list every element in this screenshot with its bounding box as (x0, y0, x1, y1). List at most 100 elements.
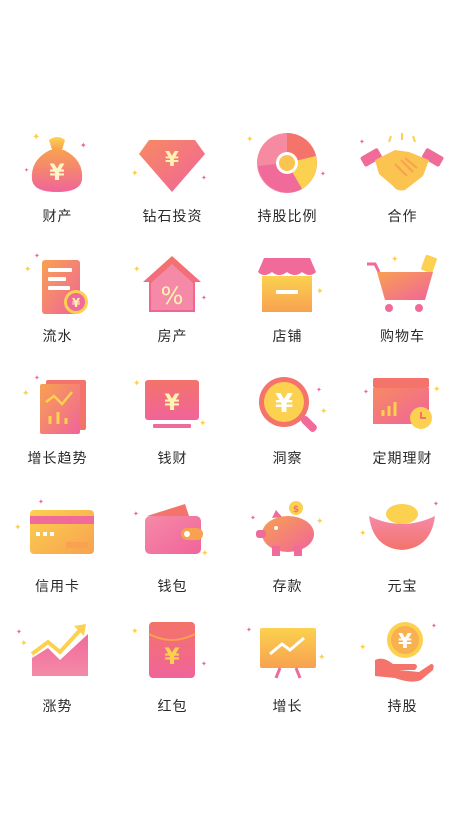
svg-text:✦: ✦ (433, 500, 439, 508)
icon-label: 持股比例 (257, 209, 318, 225)
icon-item-growth-trend[interactable]: ✦ ✦ 增长趋势 (0, 372, 115, 492)
icon-label: 合作 (387, 209, 418, 225)
svg-text:¥: ¥ (398, 629, 412, 653)
svg-text:¥: ¥ (164, 645, 180, 670)
timed-finance-icon: ✦ ✦ (363, 378, 441, 429)
icon-item-wealth[interactable]: ¥ ✦ ✦ 钱财 (115, 372, 230, 492)
svg-text:✦: ✦ (133, 510, 139, 518)
red-envelope-icon: ¥ ✦ ✦ (131, 622, 207, 678)
coin-hand-icon: ¥ ✦ ✦ (359, 622, 437, 682)
icon-label: 购物车 (380, 329, 425, 345)
icon-item-growth[interactable]: ✦ ✦ 增长 (230, 620, 345, 740)
svg-text:✦: ✦ (32, 132, 40, 143)
svg-text:✦: ✦ (133, 265, 141, 275)
svg-text:✦: ✦ (359, 529, 367, 539)
svg-text:✦: ✦ (20, 639, 28, 649)
svg-text:✦: ✦ (246, 135, 254, 145)
svg-text:✦: ✦ (80, 141, 87, 150)
icon-item-holding-shares[interactable]: ¥ ✦ ✦ 持股 (345, 620, 460, 740)
icon-item-shop[interactable]: ✦ 店铺 (230, 250, 345, 370)
svg-text:✦: ✦ (320, 407, 328, 417)
svg-text:¥: ¥ (72, 296, 81, 310)
svg-text:¥: ¥ (49, 161, 65, 186)
svg-text:✦: ✦ (246, 626, 252, 634)
icon-label: 钱包 (157, 579, 188, 595)
svg-text:✦: ✦ (316, 517, 324, 527)
svg-text:✦: ✦ (391, 255, 399, 265)
icon-label: 红包 (157, 699, 188, 715)
money-bag-icon: ¥ ✦ ✦ ✦ (24, 132, 87, 192)
svg-text:¥: ¥ (165, 147, 179, 171)
svg-text:✦: ✦ (131, 627, 139, 637)
pie-chart-icon: ✦ ✦ (246, 133, 326, 193)
gold-ingot-icon: ✦ ✦ (359, 500, 439, 550)
icon-item-insight[interactable]: ¥ ✦ ✦ 洞察 (230, 372, 345, 492)
icon-item-share-ratio[interactable]: ✦ ✦ 持股比例 (230, 130, 345, 250)
icon-label: 涨势 (42, 699, 73, 715)
icon-item-red-envelope[interactable]: ¥ ✦ ✦ 红包 (115, 620, 230, 740)
handshake-icon: ✦ (359, 133, 444, 191)
svg-text:✦: ✦ (320, 170, 326, 178)
icon-label: 财产 (42, 209, 73, 225)
svg-text:✦: ✦ (38, 498, 44, 506)
icon-label: 房产 (157, 329, 188, 345)
svg-text:✦: ✦ (359, 643, 367, 653)
svg-text:✦: ✦ (431, 622, 437, 630)
svg-text:✦: ✦ (250, 514, 256, 522)
icon-label: 钻石投资 (142, 209, 203, 225)
svg-text:✦: ✦ (199, 419, 207, 429)
svg-text:✦: ✦ (34, 374, 40, 382)
svg-text:✦: ✦ (359, 138, 365, 146)
svg-text:✦: ✦ (24, 167, 29, 174)
rising-arrow-icon: ✦ ✦ (16, 624, 88, 676)
svg-text:✦: ✦ (201, 174, 207, 182)
icon-label: 增长趋势 (27, 451, 88, 467)
wallet-icon: ✦ ✦ (133, 504, 209, 559)
trend-chart-icon: ✦ ✦ (22, 374, 86, 434)
svg-text:✦: ✦ (316, 287, 324, 297)
cart-icon: ✦ (367, 254, 437, 312)
credit-card-icon: ✦ ✦ (14, 498, 94, 554)
growth-board-icon: ✦ ✦ (246, 626, 326, 679)
icon-label: 钱财 (157, 451, 188, 467)
house-icon: % ✦ ✦ (133, 256, 207, 312)
piggy-bank-icon: $ ✦ ✦ (250, 501, 324, 556)
icon-item-regular-finance[interactable]: ✦ ✦ 定期理财 (345, 372, 460, 492)
icon-item-cooperation[interactable]: ✦ 合作 (345, 130, 460, 250)
icon-item-real-estate[interactable]: % ✦ ✦ 房产 (115, 250, 230, 370)
svg-text:✦: ✦ (318, 653, 326, 663)
svg-text:¥: ¥ (275, 389, 293, 419)
diamond-icon: ¥ ✦ ✦ (131, 140, 207, 192)
svg-text:✦: ✦ (14, 523, 22, 533)
icon-item-property[interactable]: ¥ ✦ ✦ ✦ 财产 (0, 130, 115, 250)
icon-label: 信用卡 (35, 579, 80, 595)
icon-label: 存款 (272, 579, 303, 595)
magnifier-icon: ¥ ✦ ✦ (259, 377, 328, 432)
svg-text:✦: ✦ (433, 385, 441, 395)
icon-item-gold-ingot[interactable]: ✦ ✦ 元宝 (345, 500, 460, 620)
icon-item-diamond-investment[interactable]: ¥ ✦ ✦ 钻石投资 (115, 130, 230, 250)
icon-item-cash-flow[interactable]: ¥ ✦ ✦ 流水 (0, 250, 115, 370)
svg-text:✦: ✦ (16, 628, 22, 636)
money-screen-icon: ¥ ✦ ✦ (133, 379, 207, 429)
svg-text:✦: ✦ (131, 169, 139, 179)
icon-label: 流水 (42, 329, 73, 345)
icon-item-savings[interactable]: $ ✦ ✦ 存款 (230, 500, 345, 620)
svg-text:✦: ✦ (22, 389, 30, 399)
icon-item-upswing[interactable]: ✦ ✦ 涨势 (0, 620, 115, 740)
svg-text:✦: ✦ (24, 265, 32, 275)
icon-item-credit-card[interactable]: ✦ ✦ 信用卡 (0, 498, 115, 620)
svg-text:✦: ✦ (133, 379, 141, 389)
icon-item-cart[interactable]: ✦ 购物车 (345, 250, 460, 370)
svg-text:✦: ✦ (201, 660, 207, 668)
icon-label: 增长 (272, 699, 303, 715)
svg-text:¥: ¥ (164, 391, 180, 416)
icon-grid: ¥ ✦ ✦ ✦ 财产 ¥ ✦ ✦ 钻石投资 ✦ ✦ 持股比例 ✦ 合作 ¥ ✦ … (0, 0, 460, 818)
shop-icon: ✦ (258, 258, 324, 312)
svg-text:%: % (161, 282, 184, 310)
svg-text:✦: ✦ (363, 388, 369, 396)
svg-text:✦: ✦ (34, 252, 40, 260)
icon-label: 元宝 (387, 579, 418, 595)
svg-text:✦: ✦ (201, 549, 209, 559)
icon-item-wallet[interactable]: ✦ ✦ 钱包 (115, 500, 230, 620)
